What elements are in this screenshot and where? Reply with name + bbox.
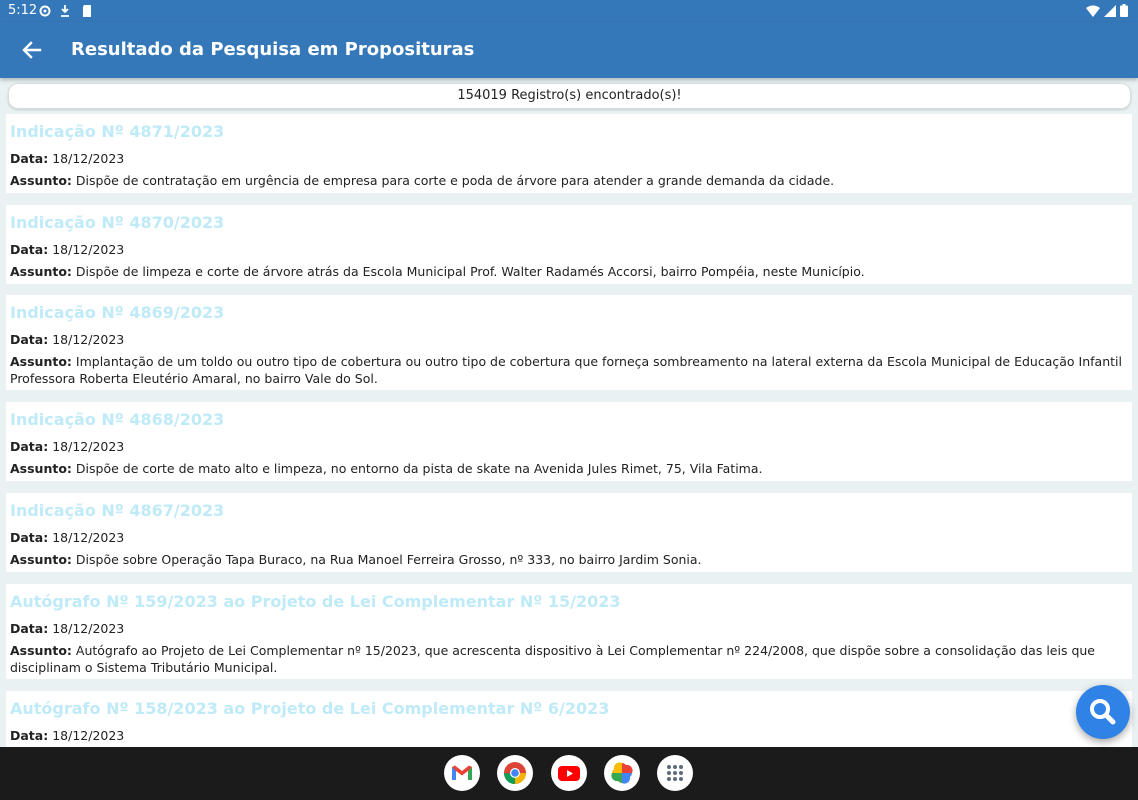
result-subject: Implantação de um toldo ou outro tipo de… (10, 354, 1122, 386)
date-label: Data: (10, 151, 49, 166)
result-title[interactable]: Autógrafo Nº 158/2023 ao Projeto de Lei … (10, 696, 1128, 722)
result-date: 18/12/2023 (52, 332, 125, 347)
chrome-app-button[interactable] (497, 755, 533, 791)
status-time: 5:12 (8, 3, 38, 18)
search-icon (1090, 699, 1116, 725)
result-card[interactable]: Indicação Nº 4871/2023 Data: 18/12/2023 … (6, 114, 1132, 193)
subject-label: Assunto: (10, 354, 72, 369)
result-card[interactable]: Indicação Nº 4868/2023 Data: 18/12/2023 … (6, 402, 1132, 481)
settings-status-icon (39, 5, 51, 17)
result-subject-line: Assunto: Implantação de um toldo ou outr… (10, 353, 1128, 387)
result-date-line: Data: 18/12/2023 (10, 727, 1128, 744)
date-label: Data: (10, 530, 49, 545)
result-date: 18/12/2023 (52, 151, 125, 166)
battery-icon (1120, 4, 1128, 17)
result-date: 18/12/2023 (52, 728, 125, 743)
chrome-icon (504, 762, 526, 784)
date-label: Data: (10, 621, 49, 636)
photos-app-button[interactable] (604, 755, 640, 791)
result-date: 18/12/2023 (52, 439, 125, 454)
result-card[interactable]: Autógrafo Nº 159/2023 ao Projeto de Lei … (6, 584, 1132, 679)
subject-label: Assunto: (10, 643, 72, 658)
back-arrow-icon[interactable] (20, 38, 44, 62)
cell-signal-icon (1104, 4, 1116, 17)
result-title[interactable]: Indicação Nº 4867/2023 (10, 498, 1128, 524)
download-status-icon (61, 5, 69, 17)
navigation-bar (0, 747, 1138, 800)
result-subject-line: Assunto: Autógrafo ao Projeto de Lei Com… (10, 642, 1128, 676)
result-title[interactable]: Autógrafo Nº 159/2023 ao Projeto de Lei … (10, 589, 1128, 615)
result-date-line: Data: 18/12/2023 (10, 150, 1128, 167)
result-date: 18/12/2023 (52, 621, 125, 636)
subject-label: Assunto: (10, 173, 72, 188)
result-subject-line: Assunto: Dispõe sobre Operação Tapa Bura… (10, 551, 1128, 568)
result-date-line: Data: 18/12/2023 (10, 438, 1128, 455)
result-title[interactable]: Indicação Nº 4871/2023 (10, 119, 1128, 145)
result-card[interactable]: Indicação Nº 4867/2023 Data: 18/12/2023 … (6, 493, 1132, 572)
subject-label: Assunto: (10, 461, 72, 476)
date-label: Data: (10, 728, 49, 743)
result-date-line: Data: 18/12/2023 (10, 529, 1128, 546)
photos-icon (611, 762, 633, 784)
result-subject-line: Assunto: Dispõe de limpeza e corte de ár… (10, 263, 1128, 280)
date-label: Data: (10, 439, 49, 454)
gmail-icon (452, 765, 472, 780)
app-drawer-button[interactable] (657, 755, 693, 791)
gmail-app-button[interactable] (444, 755, 480, 791)
youtube-icon (558, 766, 580, 781)
subject-label: Assunto: (10, 552, 72, 567)
result-subject: Dispõe de corte de mato alto e limpeza, … (75, 461, 763, 476)
result-subject: Autógrafo ao Projeto de Lei Complementar… (10, 643, 1095, 675)
search-fab-button[interactable] (1076, 685, 1130, 739)
result-card[interactable]: Indicação Nº 4869/2023 Data: 18/12/2023 … (6, 295, 1132, 390)
results-list[interactable]: 154019 Registro(s) encontrado(s)! Indica… (0, 78, 1138, 747)
subject-label: Assunto: (10, 264, 72, 279)
result-count-banner: 154019 Registro(s) encontrado(s)! (8, 83, 1131, 109)
date-label: Data: (10, 332, 49, 347)
result-date: 18/12/2023 (52, 530, 125, 545)
page-title: Resultado da Pesquisa em Proposituras (71, 39, 475, 60)
result-subject: Dispõe sobre Operação Tapa Buraco, na Ru… (75, 552, 702, 567)
result-title[interactable]: Indicação Nº 4870/2023 (10, 210, 1128, 236)
result-date-line: Data: 18/12/2023 (10, 241, 1128, 258)
result-card[interactable]: Indicação Nº 4870/2023 Data: 18/12/2023 … (6, 205, 1132, 284)
youtube-app-button[interactable] (551, 755, 587, 791)
result-date: 18/12/2023 (52, 242, 125, 257)
result-card[interactable]: Autógrafo Nº 158/2023 ao Projeto de Lei … (6, 691, 1132, 747)
result-title[interactable]: Indicação Nº 4868/2023 (10, 407, 1128, 433)
date-label: Data: (10, 242, 49, 257)
result-subject-line: Assunto: Dispõe de corte de mato alto e … (10, 460, 1128, 477)
result-date-line: Data: 18/12/2023 (10, 620, 1128, 637)
result-date-line: Data: 18/12/2023 (10, 331, 1128, 348)
result-subject: Dispõe de limpeza e corte de árvore atrá… (75, 264, 865, 279)
sd-card-status-icon (83, 5, 91, 17)
result-subject: Dispõe de contratação em urgência de emp… (75, 173, 835, 188)
app-bar: Resultado da Pesquisa em Proposituras (0, 22, 1138, 78)
app-drawer-icon (667, 765, 683, 781)
status-bar: 5:12 (0, 0, 1138, 22)
result-title[interactable]: Indicação Nº 4869/2023 (10, 300, 1128, 326)
wifi-icon (1086, 5, 1100, 17)
result-subject-line: Assunto: Dispõe de contratação em urgênc… (10, 172, 1128, 189)
